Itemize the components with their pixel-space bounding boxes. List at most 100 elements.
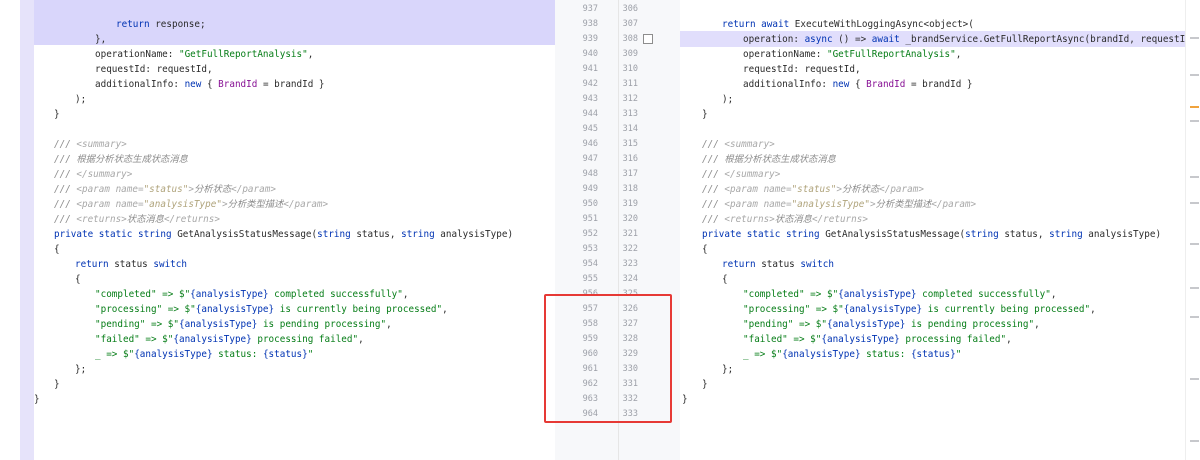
code-line[interactable]: } <box>54 377 60 392</box>
interpolation: {analysisType} <box>782 349 861 360</box>
string-literal: => $" <box>162 304 196 315</box>
code-line[interactable]: } <box>34 392 40 407</box>
code-line[interactable]: ); <box>75 92 86 107</box>
left-line-number: 938 <box>582 19 598 29</box>
code-line[interactable]: "completed" => $"{analysisType} complete… <box>743 287 1057 302</box>
interpolation: {analysisType} <box>838 289 917 300</box>
right-line-number: 316 <box>622 154 638 164</box>
apply-change-checkbox[interactable] <box>643 34 653 44</box>
doc-comment: /// <box>54 184 77 195</box>
left-line-number: 945 <box>582 124 598 134</box>
code-line[interactable]: } <box>54 107 60 122</box>
code-line[interactable]: ); <box>722 92 733 107</box>
code-line[interactable]: operationName: "GetFullReportAnalysis", <box>95 47 313 62</box>
doc-comment-line[interactable]: /// <param name="status">分析状态</param> <box>54 182 276 197</box>
code-line[interactable]: "failed" => $"{analysisType} processing … <box>743 332 1012 347</box>
code-line[interactable]: "failed" => $"{analysisType} processing … <box>95 332 364 347</box>
code-text: { <box>201 79 219 90</box>
code-line[interactable]: "pending" => $"{analysisType} is pending… <box>95 317 392 332</box>
code-line[interactable]: "completed" => $"{analysisType} complete… <box>95 287 409 302</box>
code-line[interactable]: }; <box>722 362 733 377</box>
right-diff-pane[interactable]: return await ExecuteWithLoggingAsync<obj… <box>680 0 1185 460</box>
doc-comment-line[interactable]: /// 根据分析状态生成状态消息 <box>54 152 188 167</box>
code-line[interactable]: { <box>75 272 81 287</box>
code-text: , <box>442 304 448 315</box>
left-line-number: 943 <box>582 94 598 104</box>
code-line[interactable]: return status switch <box>75 257 187 272</box>
code-line[interactable]: requestId: requestId, <box>743 62 861 77</box>
keyword: string <box>401 229 435 240</box>
doc-tag: <param name= <box>76 199 144 210</box>
code-line[interactable]: "processing" => $"{analysisType} is curr… <box>95 302 448 317</box>
code-text: , <box>307 49 314 60</box>
right-line-number: 312 <box>622 94 638 104</box>
left-line-number: 954 <box>582 259 598 269</box>
doc-tag: <param name= <box>724 184 792 195</box>
code-text: } <box>54 379 60 390</box>
code-line[interactable]: return response; <box>116 17 206 32</box>
string-literal: => $" <box>787 334 822 345</box>
interpolation: {analysisType} <box>843 304 923 315</box>
code-line[interactable]: { <box>722 272 728 287</box>
code-line[interactable]: "processing" => $"{analysisType} is curr… <box>743 302 1096 317</box>
right-line-number: 315 <box>622 139 638 149</box>
code-line[interactable]: { <box>54 242 60 257</box>
doc-comment: /// 根据分析状态生成状态消息 <box>702 154 836 165</box>
code-line[interactable]: additionalInfo: new { BrandId = brandId … <box>95 77 325 92</box>
code-line[interactable]: _ => $"{analysisType} status: {status}" <box>95 347 313 362</box>
code-line[interactable]: return status switch <box>722 257 834 272</box>
string-literal: " <box>955 349 962 360</box>
string-literal: " <box>307 349 314 360</box>
code-line[interactable]: } <box>682 392 688 407</box>
code-line[interactable]: return await ExecuteWithLoggingAsync<obj… <box>722 17 974 32</box>
doc-comment-line[interactable]: /// 根据分析状态生成状态消息 <box>702 152 836 167</box>
doc-comment-line[interactable]: /// <param name="status">分析状态</param> <box>702 182 924 197</box>
vertical-scrollbar[interactable] <box>1185 0 1200 460</box>
left-line-number: 949 <box>582 184 598 194</box>
doc-tag: </summary> <box>76 169 133 180</box>
interpolation: {analysisType} <box>173 334 252 345</box>
code-line[interactable]: operation: async () => await _brandServi… <box>743 32 1185 47</box>
doc-comment-line[interactable]: /// </summary> <box>702 167 780 182</box>
keyword: static <box>98 229 133 240</box>
code-line[interactable]: private static string GetAnalysisStatusM… <box>54 227 513 242</box>
keyword: switch <box>153 259 187 270</box>
doc-comment-line[interactable]: /// <param name="analysisType">分析类型描述</p… <box>702 197 976 212</box>
code-line[interactable]: }, <box>95 32 106 47</box>
doc-comment-line[interactable]: /// <param name="analysisType">分析类型描述</p… <box>54 197 328 212</box>
code-line[interactable]: additionalInfo: new { BrandId = brandId … <box>743 77 973 92</box>
code-line[interactable]: }; <box>75 362 86 377</box>
doc-tag: <param name= <box>76 184 144 195</box>
left-line-number: 950 <box>582 199 598 209</box>
doc-tag: <summary> <box>76 139 127 150</box>
string-literal: "failed" <box>743 334 788 345</box>
doc-comment-line[interactable]: /// <returns>状态消息</returns> <box>54 212 220 227</box>
code-line[interactable]: private static string GetAnalysisStatusM… <box>702 227 1161 242</box>
left-changed-block <box>34 0 555 45</box>
doc-attr: "analysisType" <box>791 199 870 210</box>
change-marker <box>1190 378 1199 380</box>
code-line[interactable]: } <box>702 377 708 392</box>
doc-comment: /// <box>702 214 725 225</box>
right-line-number: 324 <box>622 274 638 284</box>
string-literal: "completed" <box>743 289 805 300</box>
string-literal: "processing" <box>95 304 163 315</box>
change-marker <box>1190 120 1199 122</box>
highlight-annotation-box <box>544 294 672 423</box>
code-text: operationName: <box>743 49 827 60</box>
code-line[interactable]: _ => $"{analysisType} status: {status}" <box>743 347 961 362</box>
left-line-number: 946 <box>582 139 598 149</box>
code-line[interactable]: requestId: requestId, <box>95 62 213 77</box>
change-marker <box>1190 243 1199 245</box>
code-line[interactable]: "pending" => $"{analysisType} is pending… <box>743 317 1040 332</box>
doc-comment-line[interactable]: /// <summary> <box>54 137 127 152</box>
code-line[interactable]: { <box>702 242 708 257</box>
code-line[interactable]: operationName: "GetFullReportAnalysis", <box>743 47 961 62</box>
code-line[interactable]: } <box>702 107 708 122</box>
doc-comment-line[interactable]: /// </summary> <box>54 167 132 182</box>
left-diff-pane[interactable]: return response; }, operationName: "GetF… <box>0 0 555 460</box>
doc-comment-line[interactable]: /// <summary> <box>702 137 775 152</box>
string-literal: "GetFullReportAnalysis" <box>178 49 308 60</box>
doc-comment-line[interactable]: /// <returns>状态消息</returns> <box>702 212 868 227</box>
right-line-number: 311 <box>622 79 638 89</box>
